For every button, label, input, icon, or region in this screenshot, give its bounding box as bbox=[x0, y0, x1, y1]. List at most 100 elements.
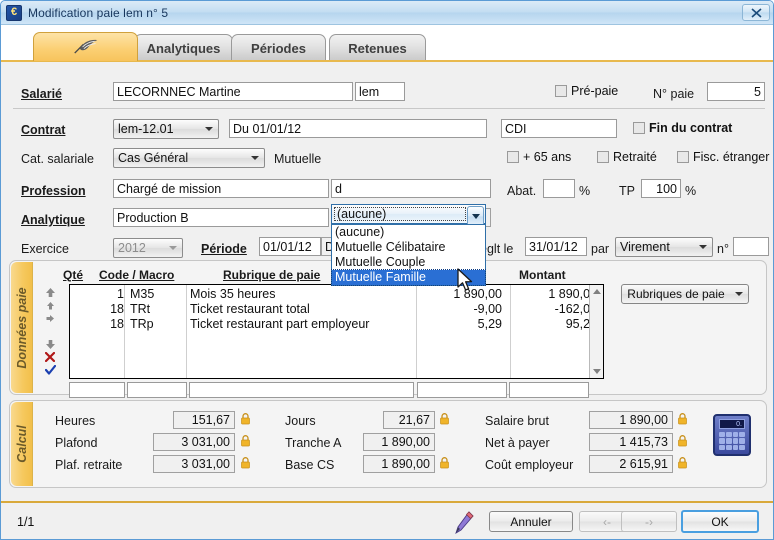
retraite-checkbox[interactable]: Retraité bbox=[597, 150, 657, 164]
cout-employeur-value[interactable]: 2 615,91 bbox=[589, 455, 673, 473]
scroll-down-icon[interactable] bbox=[590, 365, 603, 378]
lock-icon bbox=[241, 435, 250, 447]
calculator-keys bbox=[719, 432, 745, 450]
heures-value[interactable]: 151,67 bbox=[173, 411, 235, 429]
fisc-etranger-label: Fisc. étranger bbox=[693, 150, 770, 164]
arrow-right-small-icon[interactable] bbox=[43, 312, 57, 324]
no-paie-label: N° paie bbox=[653, 87, 695, 101]
lock-icon bbox=[440, 413, 449, 425]
entry-base-input[interactable] bbox=[417, 382, 507, 398]
cat-salariale-combo[interactable]: Cas Général bbox=[113, 148, 265, 168]
entry-rubrique-input[interactable] bbox=[189, 382, 414, 398]
tab-periodes[interactable]: Périodes bbox=[231, 34, 326, 61]
contrat-combo[interactable]: lem-12.01 bbox=[113, 119, 219, 139]
profession-label: Profession bbox=[21, 184, 86, 198]
close-icon[interactable] bbox=[742, 4, 770, 21]
tab-retenues[interactable]: Retenues bbox=[329, 34, 426, 61]
fin-contrat-checkbox[interactable]: Fin du contrat bbox=[633, 121, 732, 135]
mutuelle-option-0[interactable]: (aucune) bbox=[332, 225, 485, 240]
table-row[interactable]: 1 M35 Mois 35 heures 1 890,00 1 890,00 bbox=[72, 287, 597, 302]
tab-general[interactable] bbox=[33, 32, 138, 61]
validate-check-icon[interactable] bbox=[43, 364, 57, 376]
base-cs-value[interactable]: 1 890,00 bbox=[363, 455, 435, 473]
paie-lines-table[interactable]: 1 M35 Mois 35 heures 1 890,00 1 890,00 1… bbox=[69, 284, 604, 379]
salarie-code-input[interactable]: lem bbox=[355, 82, 405, 101]
profession-extra-input[interactable]: d bbox=[331, 179, 491, 198]
reglt-date-input[interactable]: 31/01/12 bbox=[525, 237, 587, 256]
rubriques-de-paie-button[interactable]: Rubriques de paie bbox=[621, 284, 749, 304]
ok-button[interactable]: OK bbox=[681, 510, 759, 533]
salarie-input[interactable]: LECORNNEC Martine bbox=[113, 82, 353, 101]
table-vertical-scrollbar[interactable] bbox=[589, 285, 603, 378]
arrow-down-icon[interactable] bbox=[43, 338, 57, 350]
lock-icon bbox=[678, 413, 687, 425]
exercice-combo[interactable]: 2012 bbox=[113, 238, 183, 258]
rubriques-de-paie-label: Rubriques de paie bbox=[627, 287, 725, 301]
lock-icon bbox=[678, 435, 687, 447]
tranche-a-label: Tranche A bbox=[285, 436, 342, 450]
fin-contrat-label: Fin du contrat bbox=[649, 121, 733, 135]
cat-salariale-value: Cas Général bbox=[118, 151, 189, 165]
contrat-type-input[interactable]: CDI bbox=[501, 119, 617, 138]
fisc-etranger-checkbox[interactable]: Fisc. étranger bbox=[677, 150, 769, 164]
plafond-value[interactable]: 3 031,00 bbox=[153, 433, 235, 451]
tab-strip: Analytiques Périodes Retenues bbox=[1, 25, 773, 61]
table-row[interactable]: 18 TRt Ticket restaurant total -9,00 -16… bbox=[72, 302, 597, 317]
cell-code: TRp bbox=[130, 317, 154, 331]
tab-analytiques[interactable]: Analytiques bbox=[134, 34, 233, 61]
donnees-paie-vertical-tab: Données paie bbox=[11, 262, 33, 393]
arrow-up-icon[interactable] bbox=[43, 286, 57, 298]
calculator-icon[interactable]: 0. bbox=[713, 414, 751, 456]
mutuelle-dropdown-list[interactable]: (aucune) Mutuelle Célibataire Mutuelle C… bbox=[331, 224, 486, 286]
abat-input[interactable] bbox=[543, 179, 575, 198]
scroll-up-icon[interactable] bbox=[590, 285, 603, 298]
mutuelle-combo[interactable]: (aucune) bbox=[331, 204, 486, 227]
donnees-paie-tab-label: Données paie bbox=[14, 286, 29, 369]
periode-debut-input[interactable]: 01/01/12 bbox=[259, 237, 321, 256]
pencil-icon[interactable] bbox=[453, 511, 475, 535]
no-input[interactable] bbox=[733, 237, 769, 256]
mutuelle-option-2[interactable]: Mutuelle Couple bbox=[332, 255, 485, 270]
title-bar: € Modification paie lem n° 5 bbox=[1, 1, 773, 25]
mutuelle-option-1[interactable]: Mutuelle Célibataire bbox=[332, 240, 485, 255]
delete-x-icon[interactable] bbox=[43, 351, 57, 363]
cat-salariale-label: Cat. salariale bbox=[21, 152, 94, 166]
lock-icon bbox=[241, 457, 250, 469]
reglt-mode-value: Virement bbox=[620, 240, 670, 254]
content-panel: Salarié LECORNNEC Martine lem Pré-paie N… bbox=[1, 60, 773, 501]
par-label: par bbox=[591, 242, 610, 256]
prepaie-checkbox[interactable]: Pré-paie bbox=[555, 84, 618, 98]
next-button-label: -› bbox=[645, 514, 653, 529]
salaire-brut-value[interactable]: 1 890,00 bbox=[589, 411, 673, 429]
net-a-payer-value[interactable]: 1 415,73 bbox=[589, 433, 673, 451]
entry-code-input[interactable] bbox=[127, 382, 187, 398]
reglt-mode-combo[interactable]: Virement bbox=[615, 237, 713, 257]
lock-icon bbox=[678, 457, 687, 469]
column-header-rubrique: Rubrique de paie bbox=[223, 268, 321, 282]
profession-input[interactable]: Chargé de mission bbox=[113, 179, 329, 198]
plus65-checkbox[interactable]: + 65 ans bbox=[507, 150, 571, 164]
form-divider-1 bbox=[13, 108, 765, 109]
cell-code: TRt bbox=[130, 302, 151, 316]
plaf-retraite-value[interactable]: 3 031,00 bbox=[153, 455, 235, 473]
tp-label: TP bbox=[619, 184, 635, 198]
analytique-input[interactable]: Production B bbox=[113, 208, 329, 227]
mutuelle-option-3[interactable]: Mutuelle Famille bbox=[331, 269, 486, 286]
tranche-a-value[interactable]: 1 890,00 bbox=[363, 433, 435, 451]
status-bar: 1/1 Annuler ‹- -› OK bbox=[1, 501, 773, 539]
chevron-down-icon bbox=[471, 214, 480, 219]
contrat-label: Contrat bbox=[21, 123, 66, 137]
entry-montant-input[interactable] bbox=[509, 382, 589, 398]
tp-input[interactable]: 100 bbox=[641, 179, 681, 198]
no-paie-input[interactable]: 5 bbox=[707, 82, 765, 101]
entry-qte-input[interactable] bbox=[69, 382, 125, 398]
contrat-debut-input[interactable]: Du 01/01/12 bbox=[229, 119, 487, 138]
jours-label: Jours bbox=[285, 414, 316, 428]
cancel-button[interactable]: Annuler bbox=[489, 511, 573, 532]
arrow-up-small-icon[interactable] bbox=[43, 299, 57, 311]
abat-unit-label: % bbox=[579, 184, 591, 198]
table-row[interactable]: 18 TRp Ticket restaurant part employeur … bbox=[72, 317, 597, 332]
fin-contrat-checkbox-box bbox=[633, 122, 645, 134]
lock-icon bbox=[241, 413, 250, 425]
jours-value[interactable]: 21,67 bbox=[383, 411, 435, 429]
